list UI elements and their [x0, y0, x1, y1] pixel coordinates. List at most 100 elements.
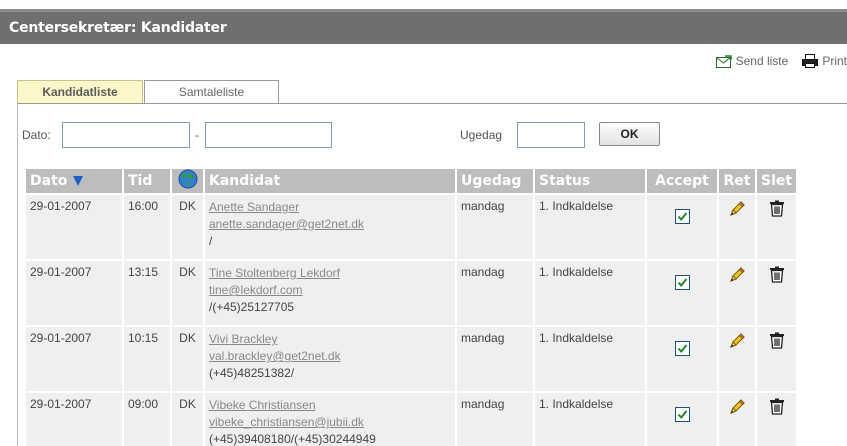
column-header-country	[172, 169, 203, 193]
cell-weekday: mandag	[457, 327, 533, 391]
checkmark-icon	[677, 278, 687, 288]
send-list-label: Send liste	[735, 54, 789, 68]
trash-icon[interactable]	[769, 332, 785, 352]
cell-delete	[757, 261, 797, 325]
column-header-delete: Slet	[757, 169, 797, 193]
column-header-time[interactable]: Tid	[124, 169, 170, 193]
cell-accept	[647, 261, 717, 325]
candidate-name-link[interactable]: Vibeke Christiansen	[209, 397, 451, 414]
cell-country: DK	[172, 195, 203, 259]
interview-table: Dato Tid Kandidat Ugedag Status Accept R…	[24, 167, 798, 446]
table-row: 29-01-2007 16:00 DK Anette Sandager anet…	[26, 195, 797, 259]
date-to-input[interactable]	[205, 122, 332, 148]
printer-icon	[802, 54, 819, 68]
cell-date: 29-01-2007	[26, 195, 122, 259]
candidate-email-link[interactable]: vibeke_christiansen@jubii.dk	[209, 414, 451, 431]
weekday-label: Ugedag	[460, 128, 503, 142]
cell-delete	[757, 327, 797, 391]
candidate-phone: /	[209, 234, 213, 248]
page-title: Centersekretær: Kandidater	[9, 20, 227, 36]
cell-edit	[719, 261, 755, 325]
edit-pencil-icon[interactable]	[728, 332, 746, 353]
cell-accept	[647, 195, 717, 259]
candidate-phone: (+45)48251382/	[209, 366, 295, 380]
accept-checkbox[interactable]	[674, 275, 690, 290]
sort-descending-icon	[73, 176, 84, 186]
cell-country: DK	[172, 261, 203, 325]
candidate-email-link[interactable]: anette.sandager@get2net.dk	[209, 216, 451, 233]
send-mail-icon	[715, 54, 732, 68]
print-label: Print	[822, 54, 847, 68]
cell-accept	[647, 393, 717, 446]
cell-country: DK	[172, 393, 203, 446]
edit-pencil-icon[interactable]	[728, 398, 746, 419]
cell-weekday: mandag	[457, 393, 533, 446]
column-header-status[interactable]: Status	[535, 169, 645, 193]
cell-date: 29-01-2007	[26, 327, 122, 391]
accept-checkbox[interactable]	[674, 209, 690, 224]
trash-icon[interactable]	[769, 398, 785, 418]
candidate-name-link[interactable]: Anette Sandager	[209, 199, 451, 216]
candidate-phone: (+45)39408180/(+45)30244949	[209, 432, 376, 446]
candidate-email-link[interactable]: tine@lekdorf.com	[209, 282, 451, 299]
candidate-name-link[interactable]: Vivi Brackley	[209, 331, 451, 348]
cell-time: 16:00	[124, 195, 170, 259]
table-header-row: Dato Tid Kandidat Ugedag Status Accept R…	[26, 169, 797, 193]
cell-weekday: mandag	[457, 195, 533, 259]
cell-time: 09:00	[124, 393, 170, 446]
cell-time: 10:15	[124, 327, 170, 391]
action-links: Send liste Print	[702, 52, 847, 70]
date-from-input[interactable]	[62, 122, 190, 148]
checkmark-icon	[677, 410, 687, 420]
cell-edit	[719, 195, 755, 259]
cell-delete	[757, 393, 797, 446]
trash-icon[interactable]	[769, 266, 785, 286]
cell-candidate: Anette Sandager anette.sandager@get2net.…	[205, 195, 455, 259]
cell-edit	[719, 327, 755, 391]
cell-status: 1. Indkaldelse	[535, 327, 645, 391]
candidate-phone: /(+45)25127705	[209, 300, 295, 314]
weekday-input[interactable]	[517, 122, 585, 148]
accept-checkbox[interactable]	[674, 341, 690, 356]
cell-accept	[647, 327, 717, 391]
date-separator: -	[195, 128, 199, 142]
column-header-date-label: Dato	[30, 173, 68, 189]
candidate-name-link[interactable]: Tine Stoltenberg Lekdorf	[209, 265, 451, 282]
edit-pencil-icon[interactable]	[728, 200, 746, 221]
print-link[interactable]: Print	[802, 54, 847, 68]
checkmark-icon	[677, 344, 687, 354]
accept-checkbox[interactable]	[674, 407, 690, 422]
column-header-accept: Accept	[647, 169, 717, 193]
globe-icon	[178, 169, 197, 189]
cell-candidate: Vibeke Christiansen vibeke_christiansen@…	[205, 393, 455, 446]
title-bar: Centersekretær: Kandidater	[0, 0, 847, 44]
ok-button[interactable]: OK	[599, 122, 660, 146]
cell-candidate: Vivi Brackley val.brackley@get2net.dk (+…	[205, 327, 455, 391]
candidate-email-link[interactable]: val.brackley@get2net.dk	[209, 348, 451, 365]
table-row: 29-01-2007 10:15 DK Vivi Brackley val.br…	[26, 327, 797, 391]
cell-country: DK	[172, 327, 203, 391]
column-header-date[interactable]: Dato	[26, 169, 122, 193]
cell-status: 1. Indkaldelse	[535, 393, 645, 446]
cell-date: 29-01-2007	[26, 261, 122, 325]
cell-edit	[719, 393, 755, 446]
column-header-weekday[interactable]: Ugedag	[457, 169, 533, 193]
tab-kandidatliste[interactable]: Kandidatliste	[17, 80, 143, 104]
cell-status: 1. Indkaldelse	[535, 195, 645, 259]
column-header-candidate[interactable]: Kandidat	[205, 169, 455, 193]
cell-delete	[757, 195, 797, 259]
tab-samtaleliste[interactable]: Samtaleliste	[144, 80, 279, 104]
cell-candidate: Tine Stoltenberg Lekdorf tine@lekdorf.co…	[205, 261, 455, 325]
edit-pencil-icon[interactable]	[728, 266, 746, 287]
cell-date: 29-01-2007	[26, 393, 122, 446]
cell-time: 13:15	[124, 261, 170, 325]
filter-bar: Dato: - Ugedag OK	[22, 122, 842, 148]
cell-weekday: mandag	[457, 261, 533, 325]
cell-status: 1. Indkaldelse	[535, 261, 645, 325]
table-row: 29-01-2007 13:15 DK Tine Stoltenberg Lek…	[26, 261, 797, 325]
send-list-link[interactable]: Send liste	[715, 54, 789, 68]
trash-icon[interactable]	[769, 200, 785, 220]
checkmark-icon	[677, 212, 687, 222]
date-label: Dato:	[22, 128, 51, 142]
table-row: 29-01-2007 09:00 DK Vibeke Christiansen …	[26, 393, 797, 446]
